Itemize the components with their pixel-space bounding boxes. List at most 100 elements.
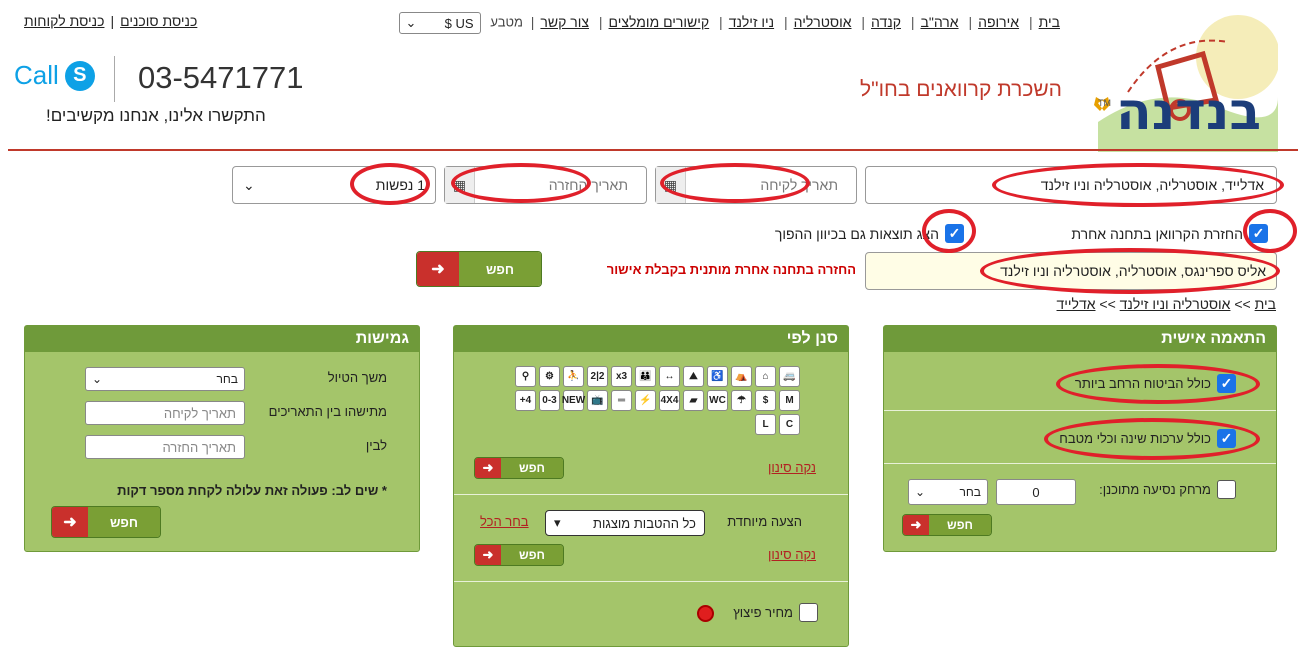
duration-select-value: בחר [216, 372, 239, 386]
skype-label: Call [14, 60, 59, 90]
dollar-camper-icon[interactable]: $ [755, 390, 776, 411]
filter-search-button[interactable]: ➜ חפש [474, 457, 564, 479]
distance-checkbox[interactable] [1217, 480, 1236, 499]
passengers-value: 1 נפשות [375, 177, 425, 193]
agents-login-link[interactable]: כניסת סוכנים [120, 13, 197, 29]
arrow-left-icon: ➜ [52, 507, 88, 537]
bomb-icon [697, 605, 714, 622]
camper-pole-icon[interactable]: ⛺ [731, 366, 752, 387]
duration-label: משך הטיול [327, 370, 387, 385]
camper-awning-icon[interactable]: ⌂ [755, 366, 776, 387]
select-all-link[interactable]: בחר הכל [480, 514, 529, 529]
return-other-station-checkbox[interactable]: ✓ [1249, 224, 1268, 243]
shower-person-icon[interactable]: ⛹ [563, 366, 584, 387]
duration-select[interactable]: בחר ⌄ [85, 367, 245, 391]
shower-icon[interactable]: ☂ [731, 390, 752, 411]
family-icon[interactable]: 👪 [635, 366, 656, 387]
breadcrumb-city[interactable]: אדלייד [1057, 296, 1096, 312]
full-insurance-checkbox[interactable]: ✓ [1217, 374, 1236, 393]
gear-icon[interactable]: ⚙ [539, 366, 560, 387]
tv-icon[interactable]: 📺 [587, 390, 608, 411]
customers-login-link[interactable]: כניסת לקוחות [24, 13, 104, 29]
nav-links[interactable]: קישורים מומלצים [609, 14, 710, 30]
show-reverse-option[interactable]: ✓ הצג תוצאות גם בכיוון ההפוך [775, 224, 964, 243]
logo[interactable]: בנדנה TM [1088, 12, 1280, 152]
return-other-station-option[interactable]: ✓ החזרת הקרוואן בתחנה אחרת [1071, 224, 1268, 243]
pickup-date-placeholder: תאריך לקיחה [760, 177, 838, 193]
special-offer-select[interactable]: כל ההטבות מוצגות ▾ [545, 510, 705, 536]
nav-separator: | [598, 13, 603, 30]
nav-separator: | [861, 13, 866, 30]
bedding-kitchen-checkbox[interactable]: ✓ [1217, 429, 1236, 448]
four-by-four-icon[interactable]: 4X4 [659, 390, 680, 411]
compensation-price-checkbox[interactable] [799, 603, 818, 622]
breadcrumb-home[interactable]: בית [1255, 296, 1276, 312]
medium-camper-icon[interactable]: M [779, 390, 800, 411]
bedding-kitchen-option[interactable]: ✓ כולל ערכות שינה וכלי מטבח [1059, 429, 1236, 448]
clear-filter-link-2[interactable]: נקה סינון [768, 547, 816, 562]
clear-filter-link[interactable]: נקה סינון [768, 460, 816, 475]
flexibility-panel: גמישות משך הטיול בחר ⌄ מתישהו בין התאריכי… [24, 325, 420, 552]
length-icon[interactable]: ↔ [659, 366, 680, 387]
pickup-date-field[interactable]: תאריך לקיחה ▦ [655, 166, 857, 204]
panel-title: גמישות [25, 326, 419, 352]
large-camper-icon[interactable]: L [755, 414, 776, 435]
full-insurance-option[interactable]: ✓ כולל הביטוח הרחב ביותר [1075, 374, 1236, 393]
filter-panel: סנן לפי ⚲ ⚙ ⛹ 2|2 x3 👪 ↔ ⛰ ♿ ⛺ ⌂ 🚐 +4 0-3 NEW 📺 ═ ⚡ 4X4 ▰ WC… [453, 325, 849, 647]
show-reverse-checkbox[interactable]: ✓ [945, 224, 964, 243]
and-label: לבין [365, 438, 387, 453]
search-button-label: חפש [501, 458, 563, 478]
nav-australia[interactable]: אוסטרליה [794, 14, 852, 30]
nav-home[interactable]: בית [1039, 14, 1060, 30]
return-other-station-label: החזרת הקרוואן בתחנה אחרת [1071, 225, 1243, 242]
compensation-price-option[interactable]: מחיר פיצוץ [733, 603, 818, 622]
distance-select[interactable]: בחר ⌄ [908, 479, 988, 505]
wc-icon[interactable]: WC [707, 390, 728, 411]
nav-canada[interactable]: קנדה [871, 14, 901, 30]
compact-search-icon[interactable]: C [779, 414, 800, 435]
top-nav: בית | אירופה | ארה"ב | קנדה | אוסטרליה | ניו … [398, 12, 1063, 34]
age-range-icon[interactable]: 0-3 [539, 390, 560, 411]
chevron-down-icon: ⌄ [915, 485, 926, 499]
nav-new-zealand[interactable]: ניו זילנד [729, 14, 774, 30]
arrow-left-icon: ➜ [417, 252, 459, 286]
flex-return-date-input[interactable]: תאריך החזרה [85, 435, 245, 459]
mountain-icon[interactable]: ⛰ [683, 366, 704, 387]
search-button[interactable]: ➜ חפש [416, 251, 542, 287]
tagline: השכרת קרוואנים בחו"ל [859, 78, 1062, 101]
wheelchair-icon[interactable]: ♿ [707, 366, 728, 387]
return-location-field[interactable]: אליס ספרינגס, אוסטרליה, אוסטרליה וניו זי… [865, 252, 1277, 290]
nav-usa[interactable]: ארה"ב [920, 14, 958, 30]
side-van-icon[interactable]: ▰ [683, 390, 704, 411]
filter-search-button-2[interactable]: ➜ חפש [474, 544, 564, 566]
flex-search-button[interactable]: ➜ חפש [51, 506, 161, 538]
calendar-icon[interactable]: ▦ [656, 167, 686, 203]
phone-number[interactable]: 03-5471771 [138, 60, 304, 96]
login-links: כניסת סוכנים | כניסת לקוחות [24, 13, 197, 29]
personal-search-button[interactable]: ➜ חפש [902, 514, 992, 536]
bed-icon[interactable]: ═ [611, 390, 632, 411]
nav-contact[interactable]: צור קשר [540, 14, 589, 30]
calendar-icon[interactable]: ▦ [445, 167, 475, 203]
plus-four-icon[interactable]: +4 [515, 390, 536, 411]
login-separator: | [110, 13, 115, 29]
search-button-label: חפש [459, 252, 541, 286]
logo-tm: TM [1098, 98, 1111, 108]
nav-europe[interactable]: אירופה [978, 14, 1019, 30]
currency-select[interactable]: US $ ⌄ [398, 12, 481, 34]
child-seat-icon[interactable]: ⚲ [515, 366, 536, 387]
van-icon[interactable]: 🚐 [779, 366, 800, 387]
pickup-location-field[interactable]: אדלייד, אוסטרליה, אוסטרליה וניו זילנד [865, 166, 1277, 204]
special-offer-label: הצעה מיוחדת [727, 514, 802, 529]
return-date-field[interactable]: תאריך החזרה ▦ [444, 166, 647, 204]
breadcrumb-region[interactable]: אוסטרליה וניו זילנד [1120, 296, 1231, 312]
two-plus-two-icon[interactable]: 2|2 [587, 366, 608, 387]
passengers-select[interactable]: 1 נפשות ⌄ [232, 166, 436, 204]
new-icon[interactable]: NEW [562, 390, 585, 411]
distance-input[interactable]: 0 [996, 479, 1076, 505]
times-three-icon[interactable]: x3 [611, 366, 632, 387]
flex-pickup-date-input[interactable]: תאריך לקיחה [85, 401, 245, 425]
electric-icon[interactable]: ⚡ [635, 390, 656, 411]
skype-call-button[interactable]: S Call [14, 60, 95, 91]
call-us-text: התקשרו אלינו, אנחנו מקשיבים! [46, 106, 266, 125]
